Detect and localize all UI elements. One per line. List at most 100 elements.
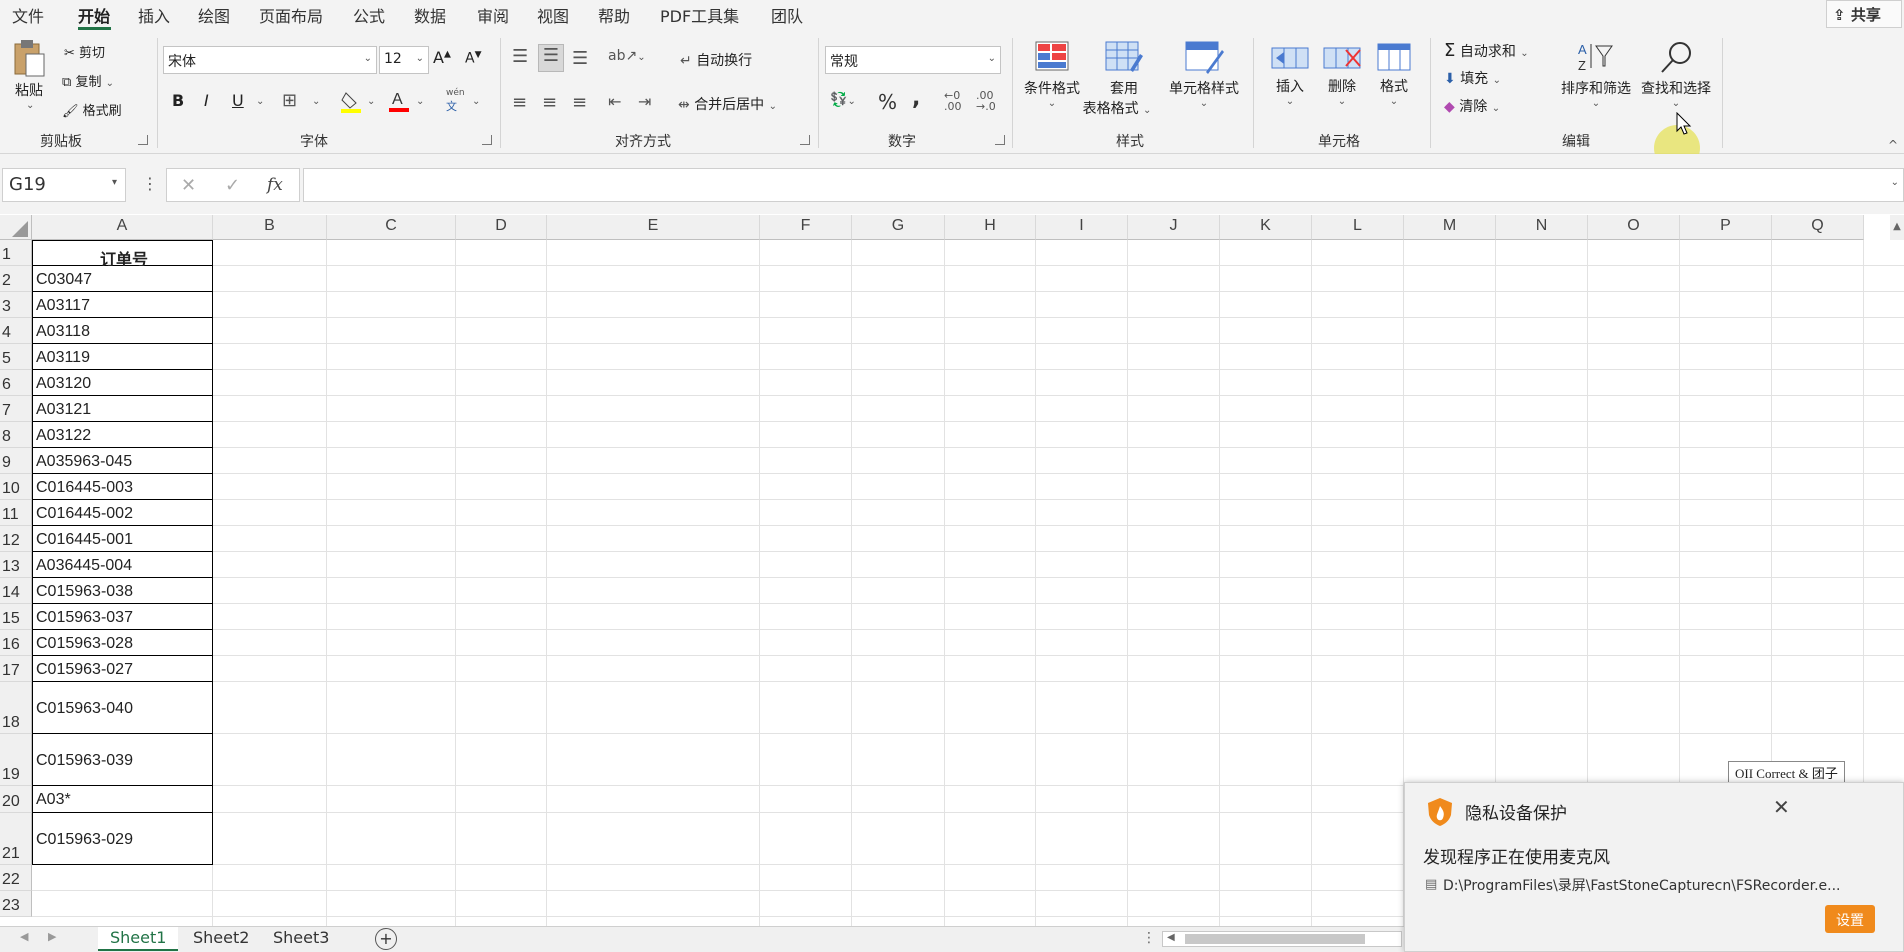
font-name-select[interactable]: 宋体 ⌄ xyxy=(163,46,377,74)
chevron-down-icon[interactable]: ⌄ xyxy=(256,96,264,107)
cell-styles-button[interactable]: 单元格样式 ⌄ xyxy=(1166,40,1242,109)
cell-a5[interactable]: A03119 xyxy=(32,344,213,370)
row-header-7[interactable]: 7 xyxy=(0,396,32,422)
row-header-13[interactable]: 13 xyxy=(0,552,32,578)
column-header-b[interactable]: B xyxy=(213,215,327,240)
row-header-8[interactable]: 8 xyxy=(0,422,32,448)
sort-filter-button[interactable]: AZ 排序和筛选 ⌄ xyxy=(1556,40,1636,109)
tab-view[interactable]: 视图 xyxy=(537,3,569,27)
row-header-17[interactable]: 17 xyxy=(0,656,32,682)
align-middle-icon[interactable]: ☰ xyxy=(538,44,564,72)
row-header-12[interactable]: 12 xyxy=(0,526,32,552)
cell-a18[interactable]: C015963-040 xyxy=(32,682,213,734)
row-header-19[interactable]: 19 xyxy=(0,734,32,786)
clear-button[interactable]: ◆ 清除 ⌄ xyxy=(1444,96,1500,116)
autosum-button[interactable]: Σ 自动求和 ⌄ xyxy=(1444,40,1529,61)
decrease-decimal-icon[interactable]: .00 →.0 xyxy=(976,90,996,112)
column-header-p[interactable]: P xyxy=(1680,215,1772,240)
tab-review[interactable]: 审阅 xyxy=(477,3,509,27)
cell-a20[interactable]: A03* xyxy=(32,786,213,813)
column-header-o[interactable]: O xyxy=(1588,215,1680,240)
align-top-icon[interactable]: ☰ xyxy=(512,46,528,67)
row-header-3[interactable]: 3 xyxy=(0,292,32,318)
row-header-2[interactable]: 2 xyxy=(0,266,32,292)
tab-formulas[interactable]: 公式 xyxy=(353,3,385,27)
row-header-11[interactable]: 11 xyxy=(0,500,32,526)
collapse-ribbon-icon[interactable]: ^ xyxy=(1888,138,1898,152)
select-all-corner[interactable] xyxy=(0,215,32,240)
align-left-icon[interactable]: ≡ xyxy=(512,92,527,113)
align-bottom-icon[interactable]: ☰ xyxy=(572,48,588,69)
column-header-i[interactable]: I xyxy=(1036,215,1128,240)
insert-cells-button[interactable]: 插入 ⌄ xyxy=(1266,42,1314,107)
merge-center-button[interactable]: ⇹ 合并后居中 ⌄ xyxy=(678,94,777,114)
paste-button[interactable]: 粘贴 ⌄ xyxy=(12,38,48,111)
increase-decimal-icon[interactable]: ←0.00 xyxy=(944,90,962,112)
decrease-indent-icon[interactable]: ⇤ xyxy=(608,92,621,111)
increase-font-button[interactable]: A▲ xyxy=(433,48,451,67)
column-header-m[interactable]: M xyxy=(1404,215,1496,240)
row-header-18[interactable]: 18 xyxy=(0,682,32,734)
alignment-launcher-icon[interactable] xyxy=(800,135,810,145)
cell-a2[interactable]: C03047 xyxy=(32,266,213,292)
insert-function-icon[interactable]: fx xyxy=(267,175,283,195)
cell-a3[interactable]: A03117 xyxy=(32,292,213,318)
cell-a11[interactable]: C016445-002 xyxy=(32,500,213,526)
settings-button[interactable]: 设置 xyxy=(1825,905,1875,933)
cell-a13[interactable]: A036445-004 xyxy=(32,552,213,578)
row-header-10[interactable]: 10 xyxy=(0,474,32,500)
prev-sheet-icon[interactable]: ◀ xyxy=(20,930,28,943)
column-header-e[interactable]: E xyxy=(547,215,760,240)
tab-page-layout[interactable]: 页面布局 xyxy=(259,3,323,27)
orientation-icon[interactable]: ab↗⌄ xyxy=(608,48,646,64)
more-options-icon[interactable]: ⋮ xyxy=(142,174,158,193)
scroll-up-icon[interactable]: ▲ xyxy=(1890,215,1904,240)
cell-a12[interactable]: C016445-001 xyxy=(32,526,213,552)
delete-cells-button[interactable]: 删除 ⌄ xyxy=(1318,42,1366,107)
tab-insert[interactable]: 插入 xyxy=(138,3,170,27)
clipboard-launcher-icon[interactable] xyxy=(138,135,148,145)
column-header-l[interactable]: L xyxy=(1312,215,1404,240)
chevron-down-icon[interactable]: ⌄ xyxy=(416,96,424,107)
italic-button[interactable]: I xyxy=(204,91,209,110)
sheet-tab-3[interactable]: Sheet3 xyxy=(261,927,341,951)
column-header-c[interactable]: C xyxy=(327,215,456,240)
column-header-a[interactable]: A xyxy=(32,215,213,240)
horizontal-scrollbar[interactable]: ◀ xyxy=(1162,931,1402,947)
cell-a21[interactable]: C015963-029 xyxy=(32,813,213,865)
column-header-g[interactable]: G xyxy=(852,215,945,240)
formula-input[interactable]: ⌄ xyxy=(303,168,1904,202)
chevron-down-icon[interactable]: ⌄ xyxy=(367,96,375,107)
format-cells-button[interactable]: 格式 ⌄ xyxy=(1370,42,1418,107)
tab-draw[interactable]: 绘图 xyxy=(198,3,230,27)
row-header-14[interactable]: 14 xyxy=(0,578,32,604)
format-as-table-button[interactable]: 套用 表格格式 ⌄ xyxy=(1083,40,1156,118)
conditional-format-button[interactable]: 条件格式 ⌄ xyxy=(1020,40,1084,109)
font-color-button[interactable]: A xyxy=(388,88,410,118)
column-header-h[interactable]: H xyxy=(945,215,1036,240)
header-cell-a1[interactable]: 订单号 xyxy=(32,240,213,269)
currency-icon[interactable]: 💱⌄ xyxy=(830,92,856,108)
cancel-icon[interactable]: ✕ xyxy=(181,175,196,196)
tab-team[interactable]: 团队 xyxy=(771,3,803,27)
sheet-tab-2[interactable]: Sheet2 xyxy=(181,927,261,951)
decrease-font-button[interactable]: A▼ xyxy=(465,50,482,67)
cut-button[interactable]: ✂ 剪切 xyxy=(64,42,105,61)
row-header-22[interactable]: 22 xyxy=(0,865,32,891)
tab-home[interactable]: 开始 xyxy=(78,3,110,27)
chevron-down-icon[interactable]: ⌄ xyxy=(472,96,480,107)
column-header-d[interactable]: D xyxy=(456,215,547,240)
borders-icon[interactable]: ⊞ xyxy=(282,90,297,111)
phonetic-button[interactable]: wén 文 xyxy=(446,88,465,114)
row-header-9[interactable]: 9 xyxy=(0,448,32,474)
tab-help[interactable]: 帮助 xyxy=(598,3,630,27)
tab-data[interactable]: 数据 xyxy=(414,3,446,27)
font-size-select[interactable]: 12 ⌄ xyxy=(379,46,429,74)
percent-button[interactable]: % xyxy=(878,90,897,114)
font-launcher-icon[interactable] xyxy=(482,135,492,145)
cell-a6[interactable]: A03120 xyxy=(32,370,213,396)
chevron-down-icon[interactable]: ⌄ xyxy=(312,96,320,107)
find-select-button[interactable]: 查找和选择 ⌄ xyxy=(1636,40,1716,109)
row-header-1[interactable]: 1 xyxy=(0,240,32,266)
cell-a14[interactable]: C015963-038 xyxy=(32,578,213,604)
